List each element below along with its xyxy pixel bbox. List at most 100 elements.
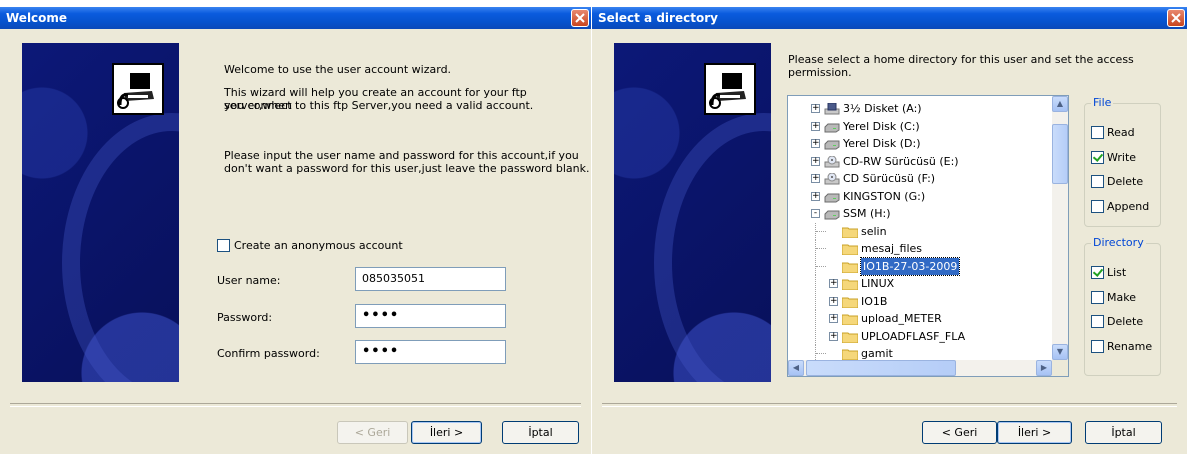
scroll-h-thumb[interactable] [806, 360, 956, 376]
tree-guide-line [815, 292, 817, 310]
anonymous-checkbox[interactable] [217, 239, 230, 252]
tree-guide-line [816, 265, 826, 268]
cancel-button[interactable]: İptal [1085, 421, 1162, 444]
tree-item-label: LINUX [861, 277, 895, 290]
next-button[interactable]: İleri > [997, 421, 1072, 444]
expand-icon[interactable]: + [829, 296, 838, 306]
directory-make-label: Make [1107, 290, 1136, 304]
scroll-up-button[interactable]: ▲ [1052, 96, 1068, 112]
tree-guide-line [816, 230, 826, 233]
expand-icon[interactable]: + [811, 156, 820, 166]
tree-item[interactable]: + UPLOADFLASF_FLA [788, 327, 1048, 345]
horizontal-scrollbar[interactable]: ◀ ▶ [788, 360, 1052, 376]
floppy-icon [824, 102, 840, 115]
expand-icon[interactable]: + [811, 121, 820, 131]
back-button[interactable]: < Geri [337, 421, 408, 444]
drive-icon [824, 208, 840, 220]
scroll-right-button[interactable]: ▶ [1036, 360, 1052, 376]
vertical-scrollbar[interactable]: ▲ ▼ [1052, 96, 1068, 360]
directory-titlebar[interactable]: Select a directory [592, 7, 1187, 29]
welcome-title: Welcome [6, 11, 68, 25]
expand-icon[interactable]: + [829, 331, 838, 341]
file-permissions-group: File Read Write Delete Append [1084, 96, 1161, 227]
tree-item[interactable]: selin [788, 222, 1048, 240]
wizard-side-banner [614, 43, 771, 382]
directory-make-checkbox[interactable] [1091, 290, 1104, 304]
directory-tree[interactable]: +3½ Disket (A:) + Yerel Disk (C:) + Yerel Di… [787, 95, 1069, 377]
expand-icon[interactable]: + [811, 104, 820, 113]
wizard-side-banner [22, 43, 179, 382]
tree-item-label: 3½ Disket (A:) [843, 102, 922, 115]
directory-list-label: List [1107, 266, 1127, 279]
directory-list-checkbox[interactable] [1091, 266, 1104, 279]
tree-item-label: IO1B-27-03-2009 [859, 256, 961, 276]
tree-guide-line [816, 248, 826, 250]
scroll-left-button[interactable]: ◀ [788, 360, 804, 376]
tree-item-label: UPLOADFLASF_FLA [861, 329, 966, 343]
drive-icon [824, 121, 840, 133]
tree-guide-line [815, 275, 817, 292]
back-button[interactable]: < Geri [922, 421, 997, 444]
folder-icon [841, 243, 859, 256]
file-write-checkbox[interactable] [1091, 150, 1104, 164]
scroll-corner [1052, 360, 1068, 376]
password-label: Password: [217, 311, 273, 324]
tree-item[interactable]: + IO1B [788, 292, 1048, 310]
tree-item[interactable]: + Yerel Disk (C:) [788, 118, 1048, 135]
computer-icon [112, 63, 164, 115]
tree-item[interactable]: IO1B-27-03-2009 [788, 256, 1048, 276]
expand-icon[interactable]: + [811, 191, 820, 201]
expand-icon[interactable]: + [811, 174, 820, 183]
cd-icon [824, 155, 840, 168]
cancel-button[interactable]: İptal [502, 421, 579, 444]
confirm-password-field[interactable]: •••• [355, 340, 506, 364]
directory-permissions-group: Directory List Make Delete Rename [1084, 236, 1161, 376]
tree-guide-line [816, 353, 826, 355]
file-append-checkbox[interactable] [1091, 199, 1104, 213]
tree-item[interactable]: mesaj_files [788, 240, 1048, 257]
folder-icon [841, 348, 859, 361]
tree-guide-line [815, 327, 817, 345]
close-icon [575, 13, 585, 23]
expand-icon[interactable]: + [829, 314, 838, 323]
tree-item-label: selin [861, 224, 887, 238]
tree-item[interactable]: - SSM (H:) [788, 205, 1048, 222]
tree-item[interactable]: + LINUX [788, 275, 1048, 292]
scroll-thumb[interactable] [1052, 124, 1068, 184]
tree-item[interactable]: + Yerel Disk (D:) [788, 135, 1048, 152]
file-delete-checkbox[interactable] [1091, 175, 1104, 188]
tree-item-label: Yerel Disk (D:) [843, 137, 921, 150]
directory-title: Select a directory [598, 11, 718, 25]
close-button[interactable] [571, 9, 589, 27]
welcome-titlebar[interactable]: Welcome [0, 7, 591, 29]
expand-icon[interactable]: + [829, 279, 838, 288]
collapse-icon[interactable]: - [811, 209, 820, 218]
tree-item[interactable]: + upload_METER [788, 310, 1048, 327]
tree-item[interactable]: + CD-RW Sürücüsü (E:) [788, 153, 1048, 170]
username-field[interactable]: 085035051 [355, 267, 506, 291]
tree-item-label: upload_METER [861, 312, 942, 325]
next-button[interactable]: İleri > [411, 421, 482, 444]
divider [10, 403, 581, 407]
tree-item-label: Yerel Disk (C:) [843, 119, 920, 133]
directory-delete-checkbox[interactable] [1091, 315, 1104, 328]
password-field[interactable]: •••• [355, 304, 506, 328]
directory-rename-checkbox[interactable] [1091, 339, 1104, 353]
folder-icon [841, 226, 859, 238]
directory-group-label: Directory [1091, 236, 1146, 249]
drive-icon [824, 138, 840, 150]
close-button[interactable] [1167, 9, 1185, 27]
file-read-checkbox[interactable] [1091, 126, 1104, 139]
intro-line1: Welcome to use the user account wizard. [224, 63, 452, 76]
tree-guide-line [815, 310, 817, 327]
tree-item[interactable]: +3½ Disket (A:) [788, 100, 1048, 117]
expand-icon[interactable]: + [811, 139, 820, 148]
tree-item[interactable]: + CD Sürücüsü (F:) [788, 170, 1048, 187]
info-line1: Please input the user name and password … [224, 149, 579, 162]
cd-icon [824, 172, 840, 185]
scroll-down-button[interactable]: ▼ [1052, 344, 1068, 360]
tree-item[interactable]: + KINGSTON (G:) [788, 188, 1048, 205]
folder-icon [841, 296, 859, 308]
directory-rename-label: Rename [1107, 339, 1153, 353]
confirm-password-label: Confirm password: [217, 347, 320, 360]
